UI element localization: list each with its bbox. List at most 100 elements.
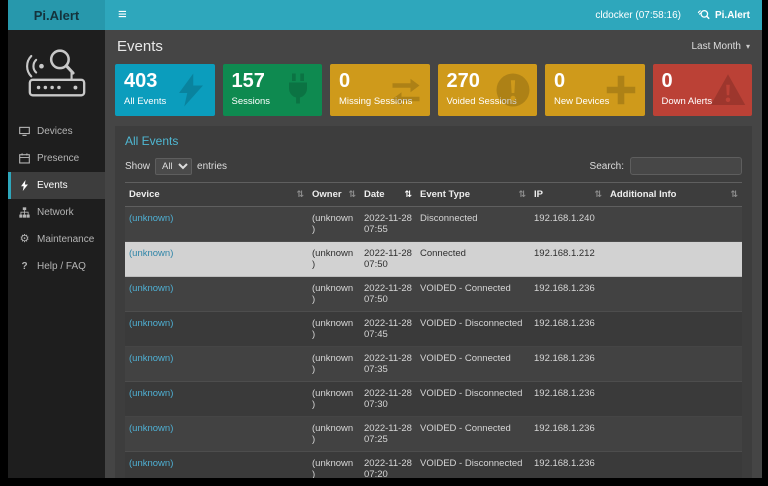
page-title: Events [117,38,163,55]
event-type-cell: Connected [416,242,530,277]
top-nav-area: ≡ cldocker (07:58:16) Pi.Alert [105,0,762,30]
sidebar-item-presence[interactable]: Presence [8,145,105,172]
sidebar-menu: Devices Presence Events Network ⚙ Mainte… [8,118,105,280]
table-row[interactable]: (unknown) (unknown) 2022-11-28 07:45 VOI… [125,312,742,347]
ip-cell: 192.168.1.236 [530,312,606,347]
sort-icon[interactable]: ⇅ [296,189,304,200]
pialert-mini-logo-icon [697,9,710,22]
additional-info-cell [606,417,742,452]
sort-icon[interactable]: ⇅ [404,189,412,200]
stat-cards-row: 403 All Events 157 Sessions 0 Missing Se… [115,64,752,116]
table-row[interactable]: (unknown) (unknown) 2022-11-28 07:50 VOI… [125,277,742,312]
owner-cell: (unknown) [308,347,360,382]
bolt-icon [18,180,31,191]
device-link[interactable]: (unknown) [129,318,173,329]
search-label: Search: [590,161,624,172]
brand-logo[interactable]: Pi.Alert [8,0,105,30]
device-cell: (unknown) [125,277,308,312]
additional-info-cell [606,452,742,479]
sidebar-item-help-faq[interactable]: ? Help / FAQ [8,253,105,280]
stat-card-sessions[interactable]: 157 Sessions [223,64,323,116]
device-cell: (unknown) [125,207,308,242]
device-link[interactable]: (unknown) [129,423,173,434]
table-row[interactable]: (unknown) (unknown) 2022-11-28 07:20 VOI… [125,452,742,479]
column-header-additional-info[interactable]: Additional Info ⇅ [606,183,742,207]
device-link[interactable]: (unknown) [129,283,173,294]
pialert-logo-graphic [24,42,90,104]
entries-select[interactable]: All [155,158,192,175]
ip-cell: 192.168.1.212 [530,242,606,277]
device-link[interactable]: (unknown) [129,213,173,224]
device-link[interactable]: (unknown) [129,248,173,259]
sort-icon[interactable]: ⇅ [348,189,356,200]
stat-card-voided-sessions[interactable]: 270 Voided Sessions [438,64,538,116]
app-link[interactable]: Pi.Alert [697,9,750,22]
sort-icon[interactable]: ⇅ [594,189,602,200]
device-cell: (unknown) [125,242,308,277]
device-link[interactable]: (unknown) [129,353,173,364]
additional-info-cell [606,207,742,242]
period-selector[interactable]: Last Month ▾ [692,41,751,52]
stat-card-down-alerts[interactable]: 0 Down Alerts [653,64,753,116]
app-link-label: Pi.Alert [715,10,750,21]
ip-cell: 192.168.1.240 [530,207,606,242]
ip-cell: 192.168.1.236 [530,277,606,312]
device-cell: (unknown) [125,347,308,382]
additional-info-cell [606,312,742,347]
search-input[interactable] [630,157,742,175]
panel-title: All Events [125,134,742,148]
sidebar-item-events[interactable]: Events [8,172,105,199]
sitemap-icon [18,207,31,218]
additional-info-cell [606,277,742,312]
sidebar-item-network[interactable]: Network [8,199,105,226]
table-header-row: Device ⇅ Owner ⇅ Date [125,183,742,207]
exclamation-icon [495,72,531,113]
device-link[interactable]: (unknown) [129,458,173,469]
app-window: Pi.Alert ≡ cldocker (07:58:16) Pi.Alert [8,0,762,478]
plus-icon [603,72,639,113]
sidebar-toggle-icon[interactable]: ≡ [105,0,140,30]
events-table: Device ⇅ Owner ⇅ Date [125,182,742,478]
table-row[interactable]: (unknown) (unknown) 2022-11-28 07:30 VOI… [125,382,742,417]
additional-info-cell [606,382,742,417]
main-content: Events Last Month ▾ 403 All Events 157 S… [105,30,762,478]
sidebar-item-maintenance[interactable]: ⚙ Maintenance [8,226,105,253]
table-row[interactable]: (unknown) (unknown) 2022-11-28 07:55 Dis… [125,207,742,242]
ip-cell: 192.168.1.236 [530,452,606,479]
page-header: Events Last Month ▾ [115,36,752,64]
event-type-cell: VOIDED - Disconnected [416,312,530,347]
table-row[interactable]: (unknown) (unknown) 2022-11-28 07:35 VOI… [125,347,742,382]
device-link[interactable]: (unknown) [129,388,173,399]
event-type-cell: VOIDED - Disconnected [416,382,530,417]
device-cell: (unknown) [125,417,308,452]
owner-cell: (unknown) [308,382,360,417]
event-type-cell: Disconnected [416,207,530,242]
table-row[interactable]: (unknown) (unknown) 2022-11-28 07:25 VOI… [125,417,742,452]
sort-icon[interactable]: ⇅ [730,189,738,200]
table-body: (unknown) (unknown) 2022-11-28 07:55 Dis… [125,207,742,479]
table-row[interactable]: (unknown) (unknown) 2022-11-28 07:50 Con… [125,242,742,277]
bolt-lg-icon [173,72,209,113]
top-navbar: Pi.Alert ≡ cldocker (07:58:16) Pi.Alert [8,0,762,30]
event-type-cell: VOIDED - Connected [416,277,530,312]
plug-icon [280,72,316,113]
device-cell: (unknown) [125,312,308,347]
entries-control: Show All entries [125,158,227,175]
ip-cell: 192.168.1.236 [530,417,606,452]
stat-card-missing-sessions[interactable]: 0 Missing Sessions [330,64,430,116]
column-header-owner[interactable]: Owner ⇅ [308,183,360,207]
column-header-date[interactable]: Date ⇅ [360,183,416,207]
owner-cell: (unknown) [308,312,360,347]
date-cell: 2022-11-28 07:55 [360,207,416,242]
warning-icon [710,72,746,113]
owner-cell: (unknown) [308,452,360,479]
date-cell: 2022-11-28 07:30 [360,382,416,417]
column-header-ip[interactable]: IP ⇅ [530,183,606,207]
sidebar-item-devices[interactable]: Devices [8,118,105,145]
user-session-info: cldocker (07:58:16) [595,10,681,21]
column-header-device[interactable]: Device ⇅ [125,183,308,207]
column-header-event-type[interactable]: Event Type ⇅ [416,183,530,207]
stat-card-all-events[interactable]: 403 All Events [115,64,215,116]
sort-icon[interactable]: ⇅ [518,189,526,200]
stat-card-new-devices[interactable]: 0 New Devices [545,64,645,116]
